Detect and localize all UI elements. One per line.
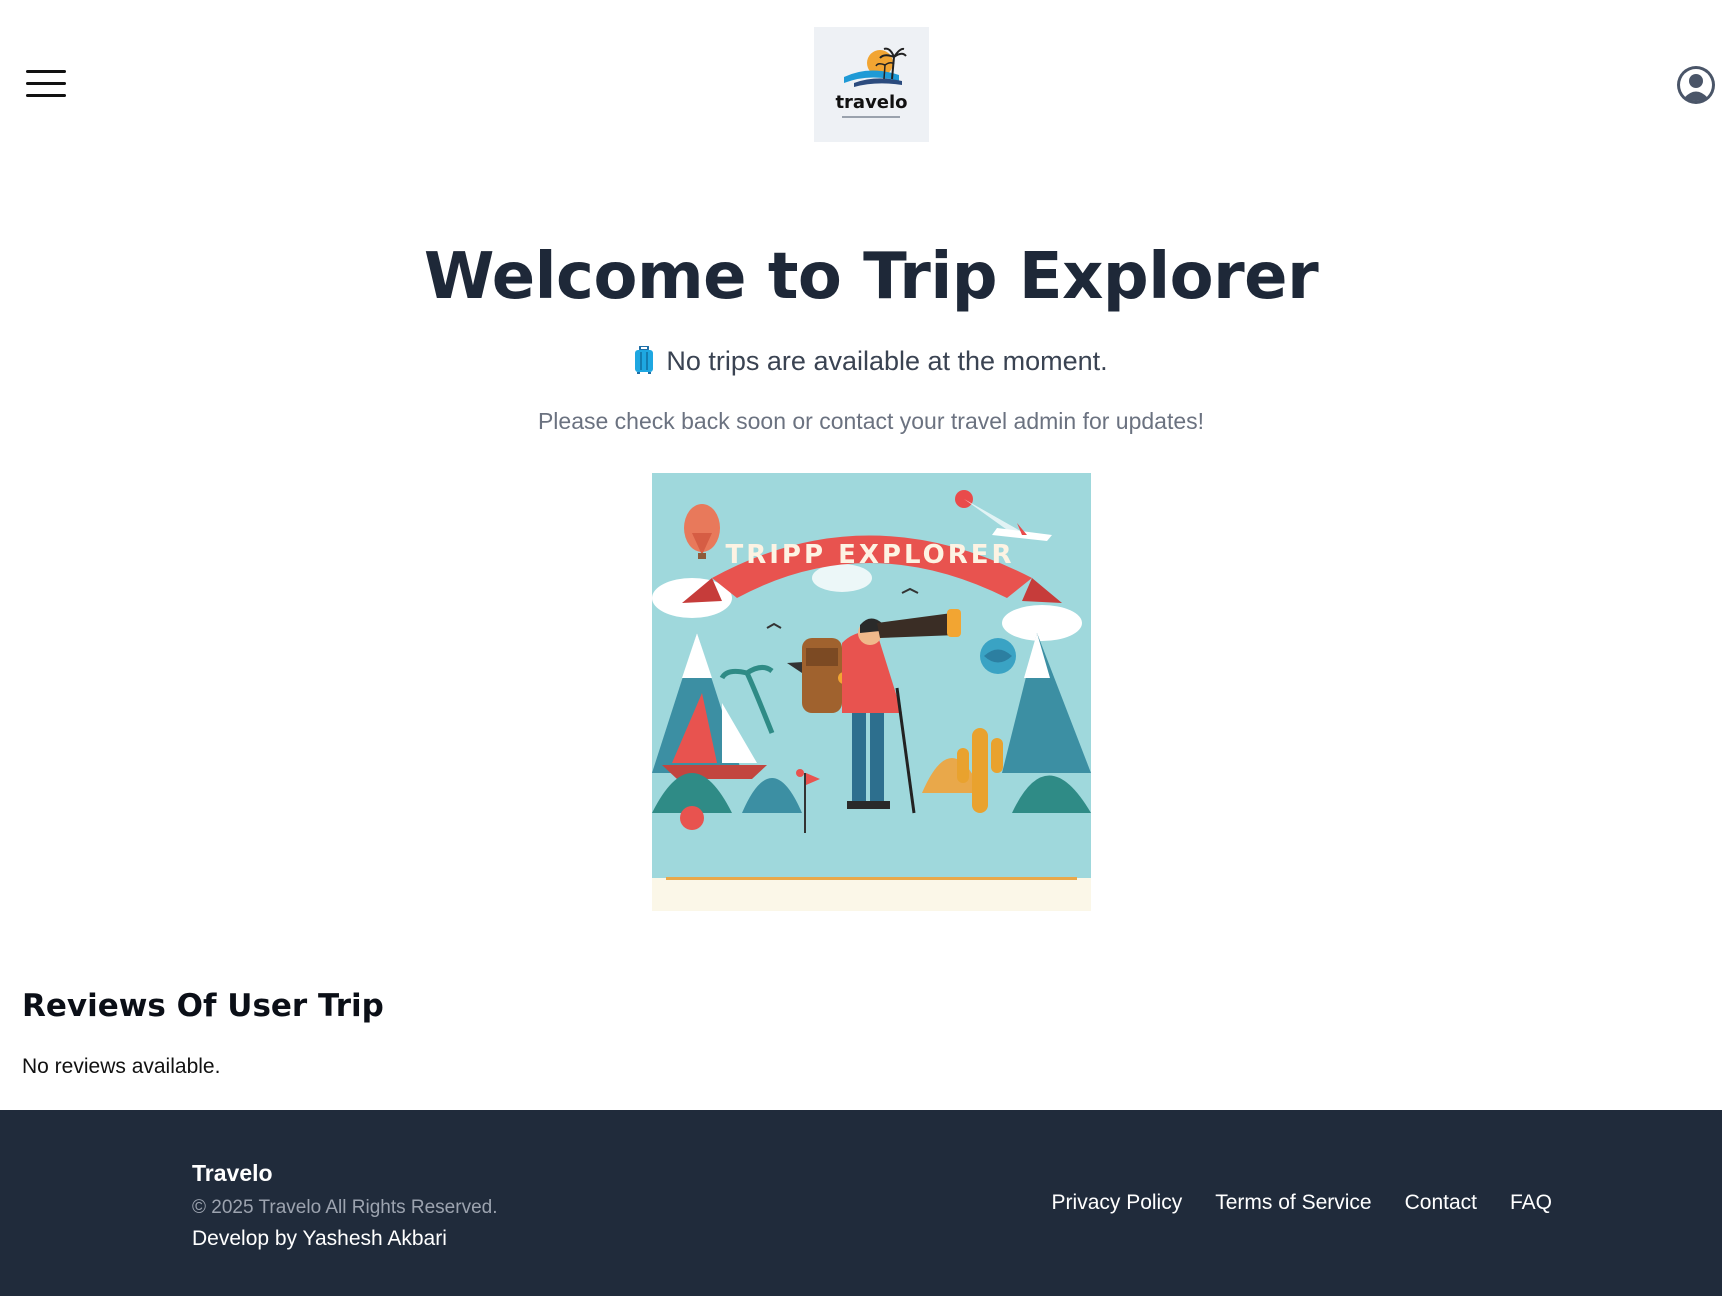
- reviews-empty-text: No reviews available.: [22, 1055, 221, 1078]
- suitcase-icon: [635, 346, 654, 374]
- menu-line: [26, 94, 66, 97]
- illustration-banner-text: TRIPP EXPLORER: [726, 540, 1015, 570]
- reviews-section-title: Reviews Of User Trip: [22, 988, 384, 1024]
- logo-tagline-line: [842, 116, 900, 118]
- user-profile-icon[interactable]: [1676, 65, 1716, 105]
- check-back-text: Please check back soon or contact your t…: [537, 408, 1205, 434]
- footer-link-privacy-policy[interactable]: Privacy Policy: [1052, 1191, 1183, 1215]
- no-trips-message: No trips are available at the moment.: [0, 346, 1722, 377]
- footer-link-terms-of-service[interactable]: Terms of Service: [1215, 1191, 1371, 1215]
- top-header: travelo: [0, 0, 1722, 170]
- logo-text: travelo: [835, 92, 908, 113]
- footer-copyright: © 2025 Travelo All Rights Reserved.: [192, 1197, 498, 1218]
- travelo-logo[interactable]: travelo: [814, 27, 929, 142]
- footer-links: Privacy Policy Terms of Service Contact …: [1052, 1191, 1552, 1215]
- footer-link-faq[interactable]: FAQ: [1510, 1191, 1552, 1215]
- menu-line: [26, 70, 66, 73]
- site-footer: Travelo © 2025 Travelo All Rights Reserv…: [0, 1110, 1722, 1296]
- footer-developer-credit: Develop by Yashesh Akbari: [192, 1227, 447, 1250]
- hamburger-menu-icon[interactable]: [26, 68, 66, 100]
- footer-brand: Travelo: [192, 1160, 273, 1186]
- no-trips-text: No trips are available at the moment.: [666, 346, 1108, 376]
- footer-link-contact[interactable]: Contact: [1405, 1191, 1477, 1215]
- logo-sunset-palm-icon: [844, 47, 907, 87]
- page-title: Welcome to Trip Explorer: [423, 240, 1319, 314]
- trip-explorer-illustration: TRIPP EXPLORER: [652, 473, 1091, 911]
- menu-line: [26, 82, 66, 85]
